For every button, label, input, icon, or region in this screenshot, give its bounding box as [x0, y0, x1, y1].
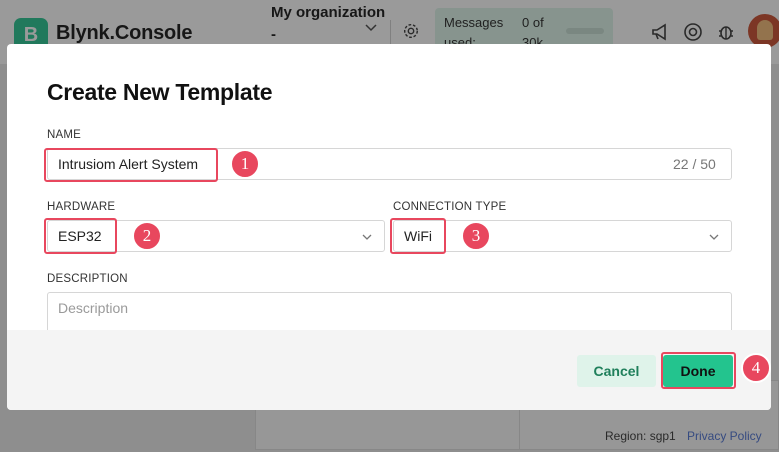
description-label: DESCRIPTION — [47, 273, 128, 285]
name-character-counter: 22 / 50 — [673, 156, 716, 172]
annotation-badge-2: 2 — [132, 221, 162, 251]
annotation-badge-4: 4 — [741, 353, 771, 383]
annotation-highlight-name — [44, 148, 218, 182]
annotation-badge-1: 1 — [230, 149, 260, 179]
chevron-down-icon[interactable] — [709, 232, 719, 242]
modal-title: Create New Template — [47, 79, 273, 105]
connection-type-label: CONNECTION TYPE — [393, 201, 507, 213]
create-template-modal: Create New Template NAME Intrusiom Alert… — [7, 44, 771, 410]
annotation-badge-3: 3 — [461, 221, 491, 251]
annotation-highlight-connection — [390, 218, 446, 254]
annotation-highlight-done — [661, 352, 736, 389]
modal-footer — [7, 330, 771, 410]
chevron-down-icon[interactable] — [362, 232, 372, 242]
hardware-label: HARDWARE — [47, 201, 116, 213]
annotation-highlight-hardware — [44, 218, 117, 254]
description-placeholder: Description — [58, 300, 129, 316]
name-label: NAME — [47, 129, 82, 141]
cancel-button[interactable]: Cancel — [577, 355, 656, 387]
